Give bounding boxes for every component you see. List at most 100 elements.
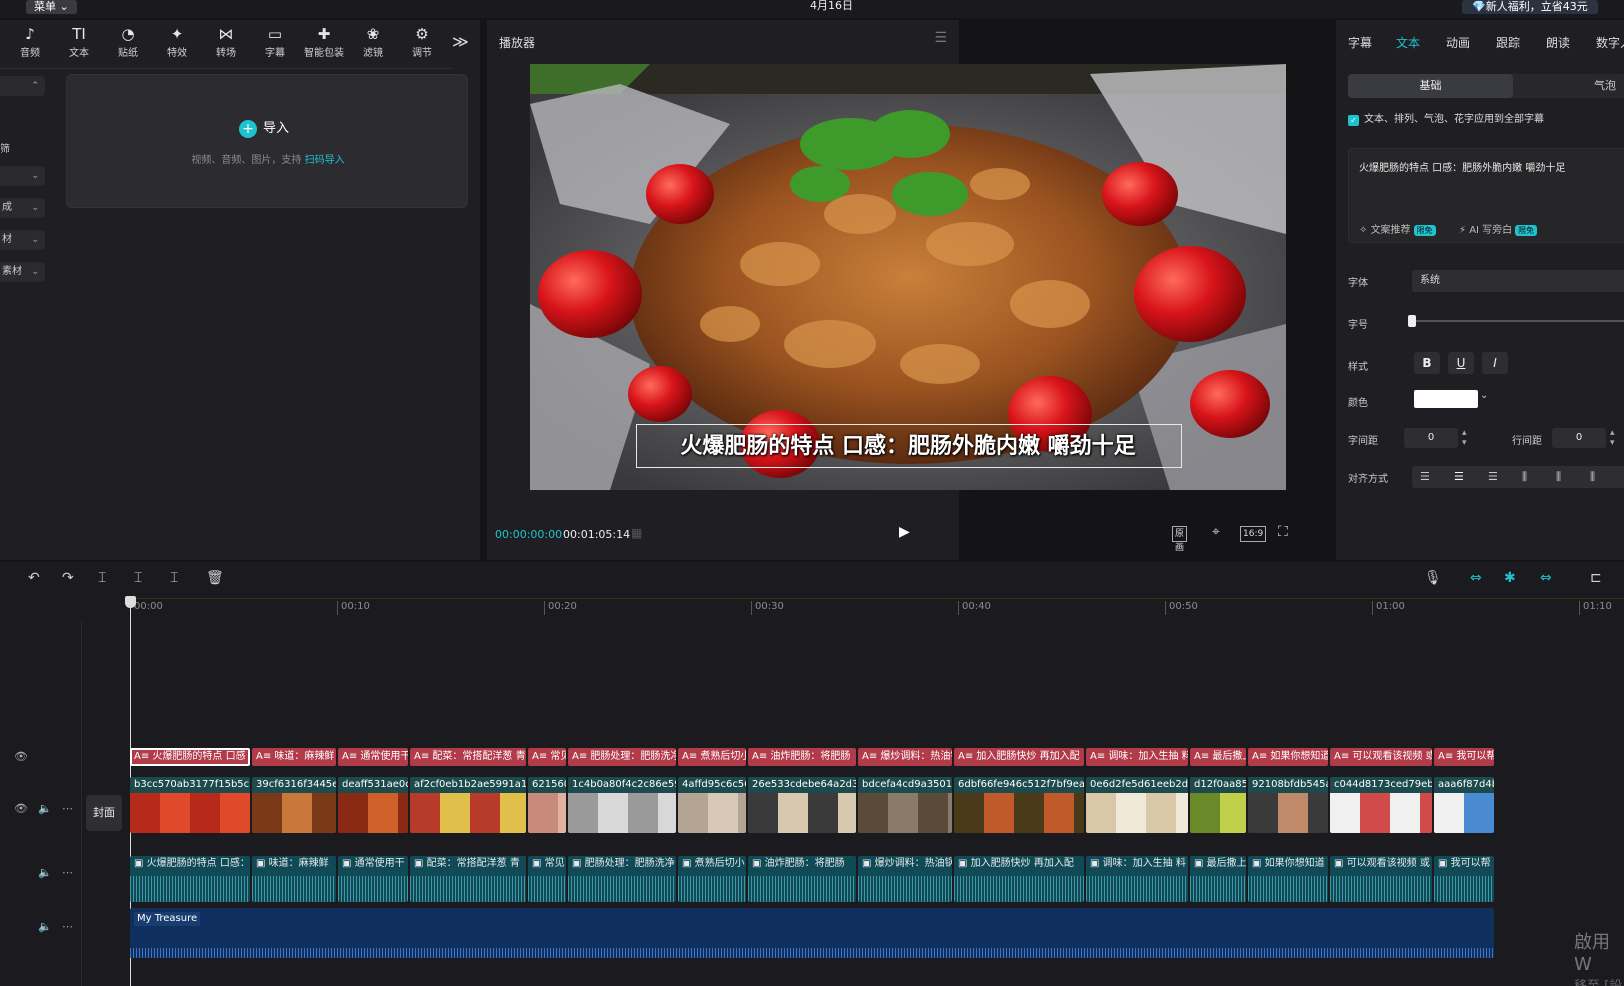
video-clip[interactable]: bdcefa4cd9a3501e — [858, 777, 952, 833]
subtitle-clip[interactable]: A≡ 油炸肥肠：将肥肠 — [748, 748, 856, 766]
tab-subtitle[interactable]: 字幕 — [1348, 34, 1372, 51]
tab-tracking[interactable]: 跟踪 — [1496, 34, 1520, 51]
voiceover-clip[interactable]: ▣ 爆炒调料：热油锅 — [858, 856, 952, 902]
subtitle-clip[interactable]: A≡ 味道：麻辣鲜 — [252, 748, 336, 766]
tab-read-aloud[interactable]: 朗读 — [1546, 34, 1570, 51]
tool-tab-0[interactable]: ♪ 音频 — [6, 24, 54, 64]
chevron-down-icon[interactable]: ⌄ — [1480, 390, 1488, 401]
side-category-1[interactable]: ⌃ — [0, 76, 45, 96]
stepper-icon[interactable]: ▴ ▾ — [1610, 428, 1615, 448]
more-icon[interactable]: ⋯ — [62, 920, 73, 933]
play-button[interactable]: ▶ — [899, 524, 910, 540]
voiceover-clip[interactable]: ▣ 味道：麻辣鲜 — [252, 856, 336, 902]
align-left-icon[interactable]: ☰ — [1420, 466, 1430, 488]
video-clip[interactable]: af2cf0eb1b2ae5991a1f — [410, 777, 526, 833]
import-dropzone[interactable]: + 导入 视频、音频、图片，支持 扫码导入 — [66, 74, 468, 208]
voiceover-clip[interactable]: ▣ 加入肥肠快炒 再加入配 — [954, 856, 1084, 902]
subtitle-clip[interactable]: A≡ 通常使用干 — [338, 748, 408, 766]
subtitle-clip[interactable]: A≡ 常见 — [528, 748, 566, 766]
time-ruler[interactable]: 00:00 00:10 00:20 00:30 00:40 00:50 01:00 01:10 — [130, 598, 1624, 616]
speaker-icon[interactable]: 🔈 — [38, 802, 52, 815]
italic-button[interactable]: I — [1482, 352, 1508, 374]
video-clip[interactable]: 0e6d2fe5d61eeb2d — [1086, 777, 1188, 833]
fullscreen-icon[interactable]: ⛶ — [1278, 524, 1288, 540]
undo-icon[interactable]: ↶ — [28, 570, 40, 586]
preview-axis-icon[interactable]: ⇔ — [1540, 570, 1552, 586]
video-clip[interactable]: c044d8173ced79eb9 — [1330, 777, 1432, 833]
playhead-handle[interactable] — [125, 596, 136, 608]
aspect-ratio-button[interactable]: 16:9 — [1240, 526, 1267, 542]
subtitle-clip[interactable]: A≡ 爆炒调料：热油锅 — [858, 748, 952, 766]
voiceover-clip[interactable]: ▣ 我可以帮 — [1434, 856, 1494, 902]
color-swatch[interactable] — [1414, 390, 1478, 408]
subtitle-clip[interactable]: A≡ 配菜：常搭配洋葱 青 — [410, 748, 526, 766]
voiceover-clip[interactable]: ▣ 可以观看该视频 或 — [1330, 856, 1432, 902]
video-clip[interactable]: 621560 — [528, 777, 566, 833]
tool-tab-3[interactable]: ✦ 特效 — [153, 24, 201, 64]
side-category-2[interactable]: ⌄ — [0, 166, 45, 186]
vertical-center-icon[interactable]: ⫼ — [1556, 466, 1561, 488]
voiceover-clip[interactable]: ▣ 煮熟后切小 — [678, 856, 746, 902]
tool-tab-6[interactable]: ✚ 智能包装 — [300, 24, 348, 64]
video-clip[interactable]: 39cf6316f3445el — [252, 777, 336, 833]
video-clip[interactable]: 1c4b0a80f4c2c86e59 — [568, 777, 676, 833]
subtitle-clip[interactable]: A≡ 煮熟后切小 — [678, 748, 746, 766]
apply-all-checkbox[interactable]: ✓ 文本、排列、气泡、花字应用到全部字幕 — [1348, 110, 1544, 126]
tab-text[interactable]: 文本 — [1396, 34, 1420, 51]
hamburger-icon[interactable]: ☰ — [934, 30, 947, 46]
underline-button[interactable]: U — [1448, 352, 1474, 374]
side-category-4[interactable]: 材 ⌄ — [0, 230, 45, 250]
vertical-bottom-icon[interactable]: ⫼ — [1590, 466, 1595, 488]
video-clip[interactable]: aaa6f87d4b — [1434, 777, 1494, 833]
subtitle-clip[interactable]: A≡ 火爆肥肠的特点 口感 — [130, 748, 250, 766]
eye-icon[interactable]: 👁 — [14, 802, 28, 815]
speaker-icon[interactable]: 🔈 — [38, 920, 52, 933]
voiceover-clip[interactable]: ▣ 油炸肥肠：将肥肠 — [748, 856, 856, 902]
side-category-5[interactable]: 素材 ⌄ — [0, 262, 45, 282]
main-menu-button[interactable]: 菜单 ⌄ — [26, 0, 77, 14]
microphone-icon[interactable]: 🎙 — [1424, 570, 1442, 586]
subtitle-clip[interactable]: A≡ 调味：加入生抽 料 — [1086, 748, 1188, 766]
segment-bubble[interactable]: 气泡 — [1594, 74, 1616, 98]
more-icon[interactable]: ⋯ — [62, 866, 73, 879]
voiceover-clip[interactable]: ▣ 通常使用干 — [338, 856, 408, 902]
voiceover-clip[interactable]: ▣ 最后撒上 — [1190, 856, 1246, 902]
line-spacing-input[interactable]: 0 — [1552, 428, 1606, 448]
video-clip[interactable]: b3cc570ab3177f15b5c — [130, 777, 250, 833]
ai-narration-button[interactable]: ⚡ AI 写旁白 限免 — [1459, 221, 1538, 236]
tool-tab-4[interactable]: ⋈ 转场 — [202, 24, 250, 64]
subtitle-clip[interactable]: A≡ 肥肠处理：肥肠洗净 — [568, 748, 676, 766]
subtitle-clip[interactable]: A≡ 最后撒上 — [1190, 748, 1246, 766]
redo-icon[interactable]: ↷ — [62, 570, 74, 586]
voiceover-clip[interactable]: ▣ 火爆肥肠的特点 口感： — [130, 856, 250, 902]
more-icon[interactable]: ⋯ — [62, 802, 73, 815]
video-clip[interactable]: d12f0aa85 — [1190, 777, 1246, 833]
bold-button[interactable]: B — [1414, 352, 1440, 374]
video-preview[interactable]: 火爆肥肠的特点 口感：肥肠外脆内嫩 嚼劲十足 — [530, 64, 1286, 490]
text-content-editor[interactable]: 火爆肥肠的特点 口感：肥肠外脆内嫩 嚼劲十足 ✧ 文案推荐 限免 ⚡ AI 写旁白… — [1348, 148, 1624, 243]
vertical-top-icon[interactable]: ⫼ — [1522, 466, 1527, 488]
copy-recommend-button[interactable]: ✧ 文案推荐 限免 — [1359, 221, 1436, 236]
speaker-icon[interactable]: 🔈 — [38, 866, 52, 879]
trim-left-icon[interactable]: ⌶ — [134, 570, 142, 586]
video-clip[interactable]: 26e533cdebe64a2d3 — [748, 777, 856, 833]
promo-button[interactable]: 💎新人福利，立省43元 — [1462, 0, 1598, 14]
original-quality-button[interactable]: 原画 — [1172, 526, 1188, 553]
align-center-icon[interactable]: ☰ — [1454, 466, 1464, 488]
tab-digital-human[interactable]: 数字人 — [1596, 34, 1624, 51]
tab-animation[interactable]: 动画 — [1446, 34, 1470, 51]
tool-tab-7[interactable]: ❀ 滤镜 — [349, 24, 397, 64]
eye-icon[interactable]: 👁 — [14, 750, 28, 763]
snap-icon[interactable]: ⇔ — [1470, 570, 1482, 586]
cover-button[interactable]: 封面 — [86, 795, 122, 831]
subtitle-clip[interactable]: A≡ 可以观看该视频 或 — [1330, 748, 1432, 766]
tool-tab-1[interactable]: TI 文本 — [55, 24, 103, 64]
side-category-3[interactable]: 成 ⌄ — [0, 198, 45, 218]
video-clip[interactable]: 6dbf66fe946c512f7bf9ea1 — [954, 777, 1084, 833]
segment-basic[interactable]: 基础 — [1348, 74, 1513, 98]
import-button[interactable]: + 导入 — [239, 119, 289, 139]
subtitle-clip[interactable]: A≡ 加入肥肠快炒 再加入配 — [954, 748, 1084, 766]
subtitle-clip[interactable]: A≡ 我可以帮 — [1434, 748, 1494, 766]
voiceover-clip[interactable]: ▣ 如果你想知道 — [1248, 856, 1328, 902]
delete-icon[interactable]: 🗑 — [206, 570, 224, 586]
